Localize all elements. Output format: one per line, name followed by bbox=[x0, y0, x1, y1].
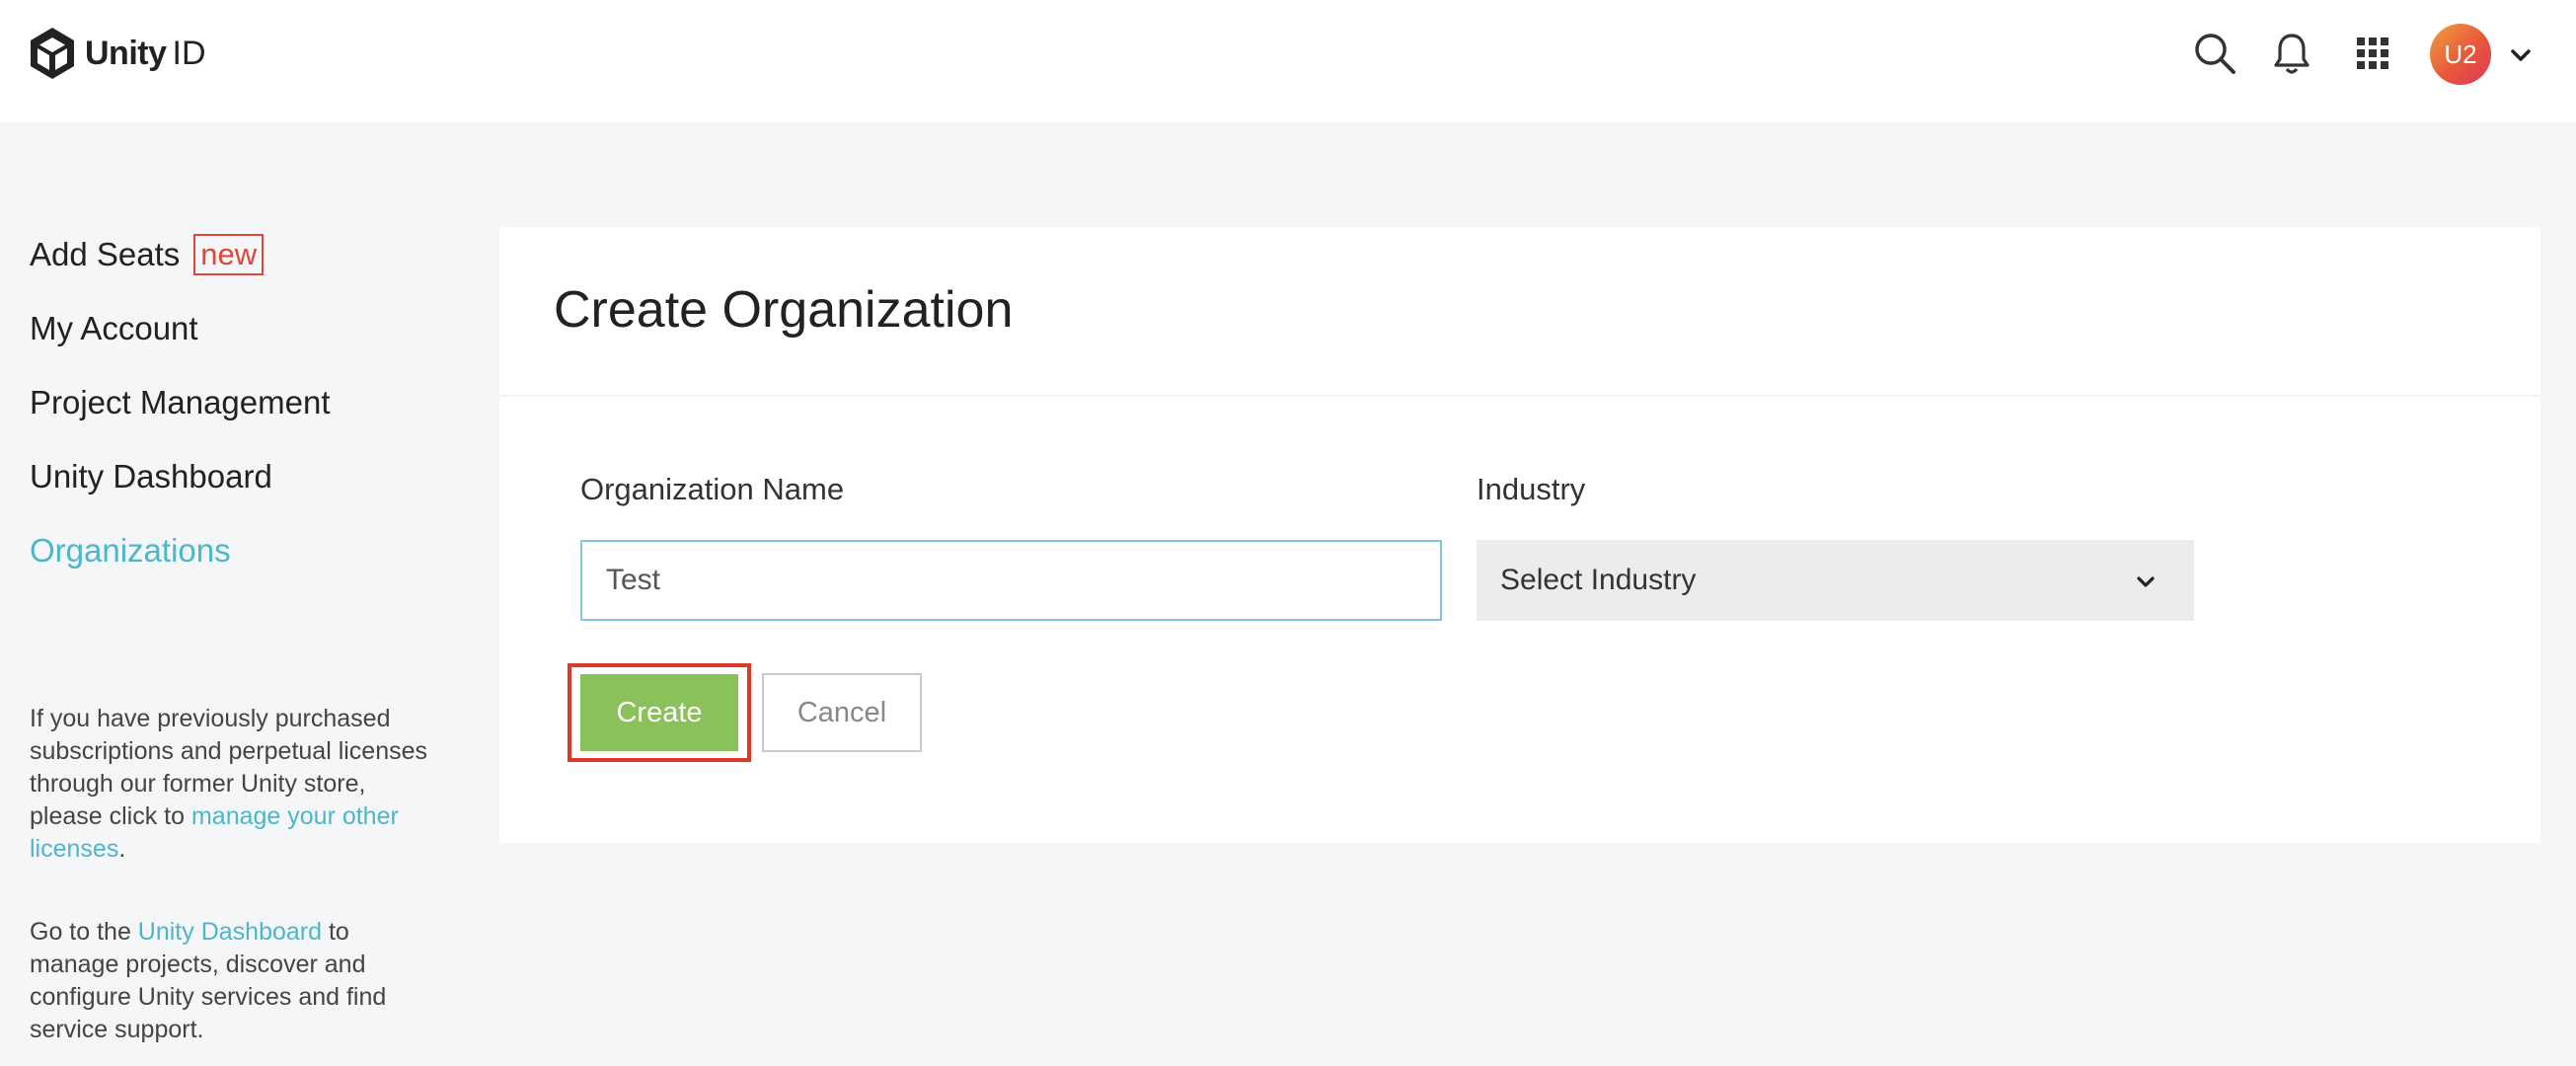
org-name-input[interactable] bbox=[580, 540, 1442, 621]
sidebar-item-project-management[interactable]: Project Management bbox=[30, 365, 331, 439]
apps-grid-icon[interactable] bbox=[2347, 28, 2398, 79]
search-icon[interactable] bbox=[2189, 28, 2240, 79]
brand-name: Unity bbox=[85, 35, 167, 73]
brand[interactable]: Unity ID bbox=[28, 26, 206, 81]
sidebar-item-organizations[interactable]: Organizations bbox=[30, 513, 331, 587]
industry-label: Industry bbox=[1477, 472, 1585, 507]
unity-dashboard-link[interactable]: Unity Dashboard bbox=[138, 918, 322, 946]
sidebar-item-label: My Account bbox=[30, 310, 198, 347]
licenses-info-text: If you have previously purchased subscri… bbox=[30, 703, 434, 866]
sidebar-item-label: Project Management bbox=[30, 384, 331, 421]
info-text-end: . bbox=[118, 835, 125, 863]
industry-select-value: Select Industry bbox=[1500, 564, 1696, 597]
user-avatar[interactable]: U2 bbox=[2430, 24, 2491, 85]
sidebar-item-label: Unity Dashboard bbox=[30, 458, 272, 495]
create-organization-card: Create Organization Organization Name In… bbox=[499, 227, 2540, 843]
chevron-down-icon bbox=[2133, 569, 2159, 594]
new-badge: new bbox=[193, 234, 264, 275]
top-header: Unity ID U2 bbox=[0, 0, 2576, 122]
info-text: Go to the bbox=[30, 918, 138, 946]
sidebar-nav: Add Seats new My Account Project Managem… bbox=[30, 217, 331, 587]
card-header: Create Organization bbox=[499, 227, 2540, 397]
org-name-label: Organization Name bbox=[580, 472, 844, 507]
page-title: Create Organization bbox=[554, 280, 1013, 340]
sidebar-item-unity-dashboard[interactable]: Unity Dashboard bbox=[30, 439, 331, 513]
unity-logo-icon bbox=[28, 26, 77, 81]
brand-suffix: ID bbox=[173, 35, 206, 73]
sidebar-item-add-seats[interactable]: Add Seats new bbox=[30, 217, 331, 291]
dashboard-info-text: Go to the Unity Dashboard to manage proj… bbox=[30, 916, 434, 1046]
sidebar-item-label: Organizations bbox=[30, 532, 231, 570]
cancel-button[interactable]: Cancel bbox=[762, 673, 922, 752]
bell-icon[interactable] bbox=[2266, 28, 2317, 79]
create-button[interactable]: Create bbox=[580, 674, 738, 751]
sidebar-item-label: Add Seats bbox=[30, 236, 180, 273]
chevron-down-icon[interactable] bbox=[2505, 39, 2537, 71]
industry-select[interactable]: Select Industry bbox=[1477, 540, 2194, 621]
sidebar-item-my-account[interactable]: My Account bbox=[30, 291, 331, 365]
